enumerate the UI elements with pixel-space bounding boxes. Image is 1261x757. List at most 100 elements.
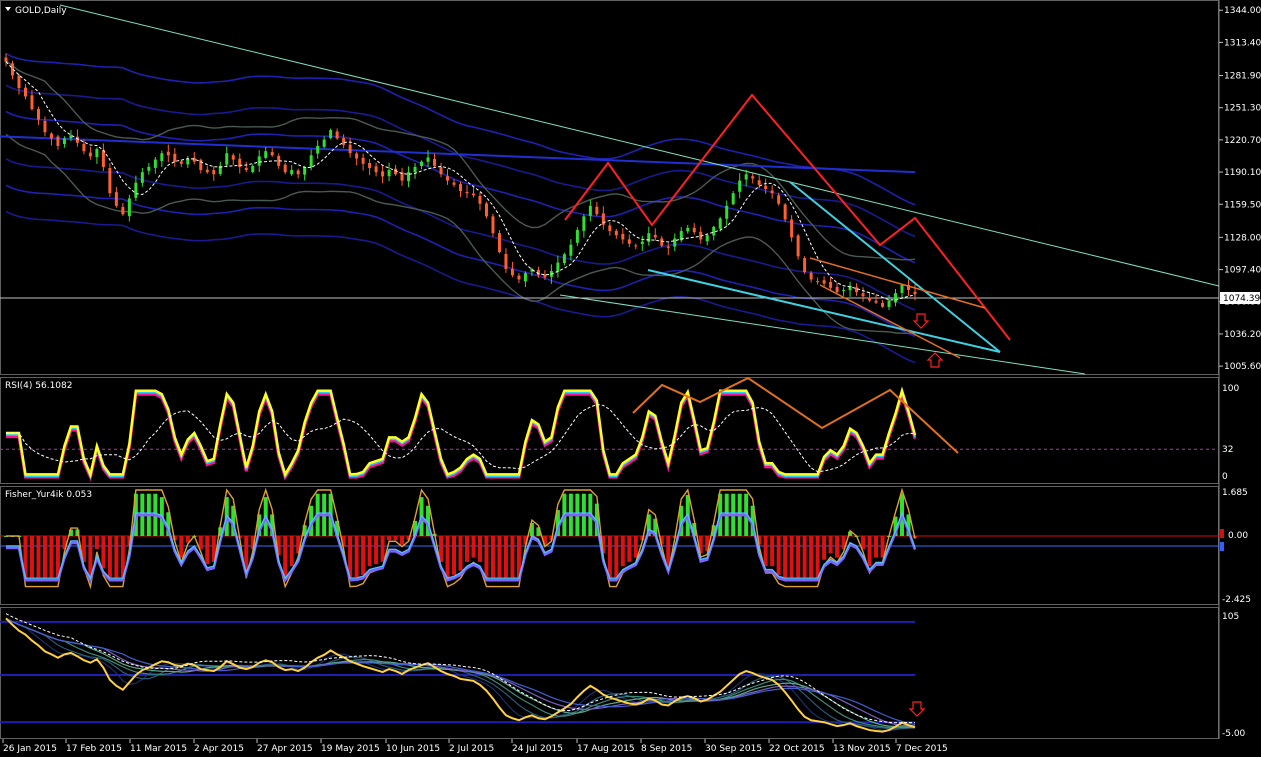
candle-body (108, 168, 112, 194)
rsi-line-magenta (6, 389, 917, 482)
candle-body (478, 195, 482, 204)
candle-body (244, 168, 248, 171)
fisher-hist-bar (627, 536, 632, 562)
fisher-hist-bar (205, 536, 210, 565)
candle-body (692, 227, 696, 233)
candle-body (426, 157, 430, 162)
oscillator-panel (0, 613, 916, 733)
candle-body (640, 241, 644, 245)
candle-body (361, 157, 365, 164)
candle-body (757, 180, 761, 185)
time-axis: 26 Jan 2015 17 Feb 2015 11 Mar 2015 2 Apr 2… (2, 739, 948, 754)
candle-body (166, 151, 170, 156)
fisher-hist-bar (36, 536, 41, 578)
candle-body (374, 166, 378, 173)
candle-body (816, 281, 820, 283)
fisher-hist-bar (354, 536, 359, 578)
candle-body (121, 206, 125, 215)
envelope-band-line (5, 184, 916, 337)
fisher-hist-bar (789, 536, 794, 578)
candle-body (225, 153, 229, 165)
time-tick-label: 17 Aug 2015 (577, 744, 635, 754)
chart-canvas: GOLD,Daily 1344.001313.401281.901251.301… (0, 0, 1261, 754)
candle-body (439, 167, 443, 175)
candle-body (290, 170, 294, 175)
candle-body (88, 152, 92, 157)
fisher-hist-bar (387, 536, 392, 541)
fisher-tick-max: 1.685 (1222, 488, 1248, 498)
osc3-tick-min: -5.00 (1222, 729, 1246, 739)
candle-body (803, 258, 807, 273)
candle-body (751, 176, 755, 179)
candle-body (881, 303, 885, 307)
candle-body (510, 268, 514, 276)
price-tick-label: 1159.50 (1224, 200, 1261, 210)
candle-body (348, 144, 352, 154)
candle-body (407, 172, 411, 182)
sell-arrow-icon (908, 701, 926, 717)
candle-body (309, 155, 313, 168)
fisher-hist-bar (633, 536, 638, 558)
candle-body (205, 169, 209, 173)
fisher-tick-min: -2.425 (1222, 595, 1251, 605)
candle-body (95, 149, 99, 158)
candle-body (82, 143, 86, 152)
candle-body (556, 262, 560, 272)
candle-body (433, 158, 437, 166)
chart-title: GOLD,Daily (15, 6, 67, 16)
fisher-hist-bar (445, 536, 450, 578)
fisher-hist-bar (666, 536, 671, 567)
dropdown-triangle-icon[interactable] (5, 7, 11, 11)
candle-body (523, 273, 527, 282)
candle-body (569, 244, 573, 256)
fisher-hist-bar (815, 536, 820, 578)
candle-body (296, 170, 300, 175)
fisher-hist-bar (471, 536, 476, 558)
candle-body (251, 165, 255, 173)
time-tick-label: 11 Mar 2015 (130, 744, 187, 754)
candle-body (653, 234, 657, 238)
fisher-hist-bar (783, 536, 788, 578)
candle-body (627, 239, 631, 244)
candle-body (381, 171, 385, 177)
candle-body (368, 163, 372, 168)
candle-body (783, 204, 787, 220)
candle-body (140, 172, 144, 183)
candle-body (634, 245, 638, 247)
candle-body (868, 297, 872, 301)
rsi-line-cyan (6, 389, 916, 480)
candle-body (322, 139, 326, 147)
candle-body (497, 233, 501, 253)
rsi-tick-min: 0 (1222, 472, 1228, 482)
fisher-hist-bar (874, 536, 879, 558)
rsi-tick-max: 100 (1222, 384, 1239, 394)
osc3-tick-max: 105 (1222, 612, 1239, 622)
fisher-hist-bar (620, 536, 625, 567)
candle-body (49, 133, 53, 139)
candles (4, 53, 917, 311)
time-tick-label: 19 May 2015 (321, 744, 380, 754)
fisher-hist-bar (477, 536, 482, 562)
candle-body (621, 233, 625, 240)
fisher-hist-bar (458, 536, 463, 571)
price-tick-label: 1251.30 (1224, 104, 1261, 114)
bollinger-band-line (5, 133, 916, 335)
candle-body (835, 286, 839, 293)
candle-body (894, 293, 898, 303)
fisher-hist-bar (607, 536, 612, 578)
trendline-blue (0, 135, 916, 174)
candle-body (459, 184, 462, 192)
fisher-hist-bar (835, 536, 840, 558)
time-tick-label: 8 Sep 2015 (641, 744, 692, 754)
candle-body (43, 121, 47, 133)
candle-body (705, 235, 709, 242)
candle-body (900, 284, 904, 293)
fisher-hist-bar (484, 536, 489, 578)
candle-body (673, 238, 677, 247)
candle-body (855, 287, 859, 293)
candle-body (686, 227, 690, 232)
time-tick-label: 27 Apr 2015 (257, 744, 313, 754)
price-tick-label: 1128.00 (1224, 233, 1261, 243)
candle-body (582, 216, 586, 231)
fisher-hist-bar (614, 536, 619, 578)
